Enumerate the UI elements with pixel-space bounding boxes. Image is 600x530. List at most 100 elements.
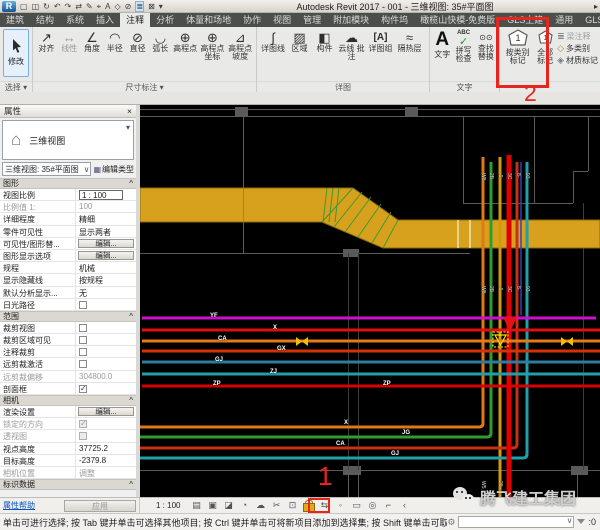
- text-button[interactable]: A 文字: [432, 29, 452, 59]
- section-box-checkbox[interactable]: [79, 385, 87, 393]
- redo-icon[interactable]: ↷: [65, 1, 72, 12]
- detail-level-icon[interactable]: ▣: [206, 499, 218, 512]
- tab-manage[interactable]: 管理: [297, 13, 327, 27]
- detail-line-button[interactable]: ∫详图线: [259, 29, 287, 53]
- section-identity-data[interactable]: 标识数据^: [0, 479, 136, 490]
- beam-annotation-button[interactable]: ≣梁注释: [557, 31, 598, 42]
- material-tag-button[interactable]: ◈材质标记: [557, 55, 598, 66]
- insulation-button[interactable]: ≈隔热层: [395, 29, 424, 53]
- chevron-down-icon[interactable]: ▾: [126, 123, 130, 132]
- target-elevation-value[interactable]: -2379.8: [76, 455, 136, 466]
- view-scale-control[interactable]: 1 : 100: [156, 501, 180, 510]
- radial-dim-button[interactable]: ◠半径: [103, 29, 126, 53]
- app-menu-button[interactable]: R: [2, 1, 16, 12]
- tab-architecture[interactable]: 建筑: [0, 13, 30, 27]
- tab-component-dock[interactable]: 构件坞: [375, 13, 414, 27]
- crop-view-icon[interactable]: ✂: [270, 499, 282, 512]
- text-panel-label[interactable]: 文字: [430, 81, 499, 92]
- valve-icon[interactable]: [296, 337, 308, 346]
- dimension-panel-label[interactable]: 尺寸标注 ▾: [33, 81, 256, 92]
- multi-category-button[interactable]: ◇多类别: [557, 43, 598, 54]
- spot-elevation-button[interactable]: ⊕高程点: [172, 29, 199, 53]
- tab-structure[interactable]: 结构: [30, 13, 60, 27]
- crop-visible-checkbox[interactable]: [79, 336, 87, 344]
- save-icon[interactable]: ◫: [32, 1, 40, 12]
- perspective-checkbox[interactable]: [79, 432, 87, 440]
- linear-dim-button[interactable]: ↔线性: [58, 29, 81, 53]
- component-button[interactable]: ◧构件: [312, 29, 337, 53]
- eye-elevation-value[interactable]: 37725.2: [76, 443, 136, 454]
- open-icon[interactable]: ▢: [20, 1, 28, 12]
- analytical-model-icon[interactable]: ◎: [366, 499, 378, 512]
- duct[interactable]: [140, 188, 600, 248]
- qat-customize-icon[interactable]: ▾: [159, 1, 163, 12]
- close-hidden-windows-icon[interactable]: ⊠: [148, 1, 155, 12]
- gear-icon[interactable]: ⚙: [447, 517, 455, 528]
- detail-group-button[interactable]: [A]详图组: [366, 29, 395, 53]
- shadows-icon[interactable]: ☁: [254, 499, 266, 512]
- collapse-icon[interactable]: ^: [129, 179, 133, 188]
- scale-icon[interactable]: ▤: [190, 499, 202, 512]
- undo-icon[interactable]: ↶: [54, 1, 61, 12]
- section-camera[interactable]: 相机^: [0, 395, 136, 406]
- measure-icon[interactable]: ⇄: [75, 1, 82, 12]
- aligned-dim-button[interactable]: ↗对齐: [35, 29, 58, 53]
- temporary-view-properties-icon[interactable]: ▭: [350, 499, 362, 512]
- detail-panel-label[interactable]: 详图: [257, 81, 429, 92]
- spelling-button[interactable]: ABC ✓ 拼写 检查: [452, 29, 474, 63]
- angular-dim-button[interactable]: ∠角度: [81, 29, 104, 53]
- vg-edit-button[interactable]: 编辑...: [78, 239, 134, 248]
- tab-insert[interactable]: 插入: [90, 13, 120, 27]
- tab-systems[interactable]: 系统: [60, 13, 90, 27]
- tab-massing-site[interactable]: 体量和场地: [180, 13, 237, 27]
- drawing-area[interactable]: YF X CA GX GJ ZJ ZP ZP X JG CA GJ W8 2B …: [140, 105, 600, 497]
- reveal-hidden-icon[interactable]: ◦: [334, 499, 346, 512]
- locked-orientation-checkbox[interactable]: [79, 420, 87, 428]
- properties-help-link[interactable]: 属性帮助: [3, 500, 35, 511]
- tab-glsmod[interactable]: 橄榄山快模-免费版: [414, 13, 501, 27]
- tag-icon[interactable]: ⌖: [97, 1, 102, 12]
- show-crop-icon[interactable]: ⊡: [286, 499, 298, 512]
- constraints-icon[interactable]: ⌐: [382, 499, 394, 512]
- tab-general[interactable]: 通用: [549, 13, 579, 27]
- modify-button[interactable]: 修改: [3, 29, 29, 77]
- graphic-display-edit-button[interactable]: 编辑...: [78, 251, 134, 260]
- hidden-lines-value[interactable]: 按规程: [76, 274, 136, 285]
- tab-annotate[interactable]: 注释: [120, 13, 150, 27]
- tab-addins[interactable]: 附加模块: [327, 13, 375, 27]
- collapse-icon[interactable]: ^: [129, 396, 133, 405]
- crop-view-checkbox[interactable]: [79, 324, 87, 332]
- filter-icon[interactable]: [577, 519, 585, 524]
- revision-cloud-button[interactable]: ☁云线 批注: [337, 29, 366, 61]
- discipline-value[interactable]: 机械: [76, 262, 136, 273]
- visual-style-icon[interactable]: ◪: [222, 499, 234, 512]
- chevron-left-icon[interactable]: ‹: [398, 499, 410, 512]
- select-panel-label[interactable]: 选择 ▾: [0, 81, 32, 92]
- design-option-select[interactable]: ∨: [458, 516, 574, 528]
- arc-length-button[interactable]: ◡弧长: [149, 29, 172, 53]
- overflow-arrow-icon[interactable]: ▸: [594, 2, 598, 11]
- default-3d-view-icon[interactable]: ◇: [115, 1, 121, 12]
- edit-type-button[interactable]: ▦ 编辑类型: [93, 164, 134, 175]
- annotation-crop-checkbox[interactable]: [79, 348, 87, 356]
- aligned-dimension-icon[interactable]: ✎: [86, 1, 93, 12]
- thin-lines-icon[interactable]: ≣: [135, 1, 144, 12]
- parts-visibility-value[interactable]: 显示两者: [76, 226, 136, 237]
- valve-icon[interactable]: [561, 337, 573, 346]
- section-graphics[interactable]: 图形^: [0, 178, 136, 189]
- detail-level-value[interactable]: 精细: [76, 213, 136, 224]
- diameter-dim-button[interactable]: ⊘直径: [126, 29, 149, 53]
- sync-icon[interactable]: ↻: [43, 1, 50, 12]
- tab-gls-hvac[interactable]: GLS风: [579, 13, 600, 27]
- collapse-icon[interactable]: ^: [129, 480, 133, 489]
- region-button[interactable]: ▨区域: [287, 29, 312, 53]
- section-extents[interactable]: 范围^: [0, 311, 136, 322]
- analysis-display-value[interactable]: 无: [76, 287, 136, 298]
- text-icon[interactable]: A: [105, 1, 110, 12]
- instance-selector[interactable]: 三维视图: 35#平面图 ∨: [2, 162, 91, 176]
- sun-path-icon[interactable]: ◔: [238, 499, 250, 512]
- find-replace-button[interactable]: ⊙⊙ 查找 替换: [475, 29, 497, 61]
- spot-coordinate-button[interactable]: ⊕高程点 坐标: [199, 29, 227, 61]
- render-settings-edit-button[interactable]: 编辑...: [78, 407, 134, 416]
- spot-slope-button[interactable]: ⊿高程点 坡度: [226, 29, 254, 61]
